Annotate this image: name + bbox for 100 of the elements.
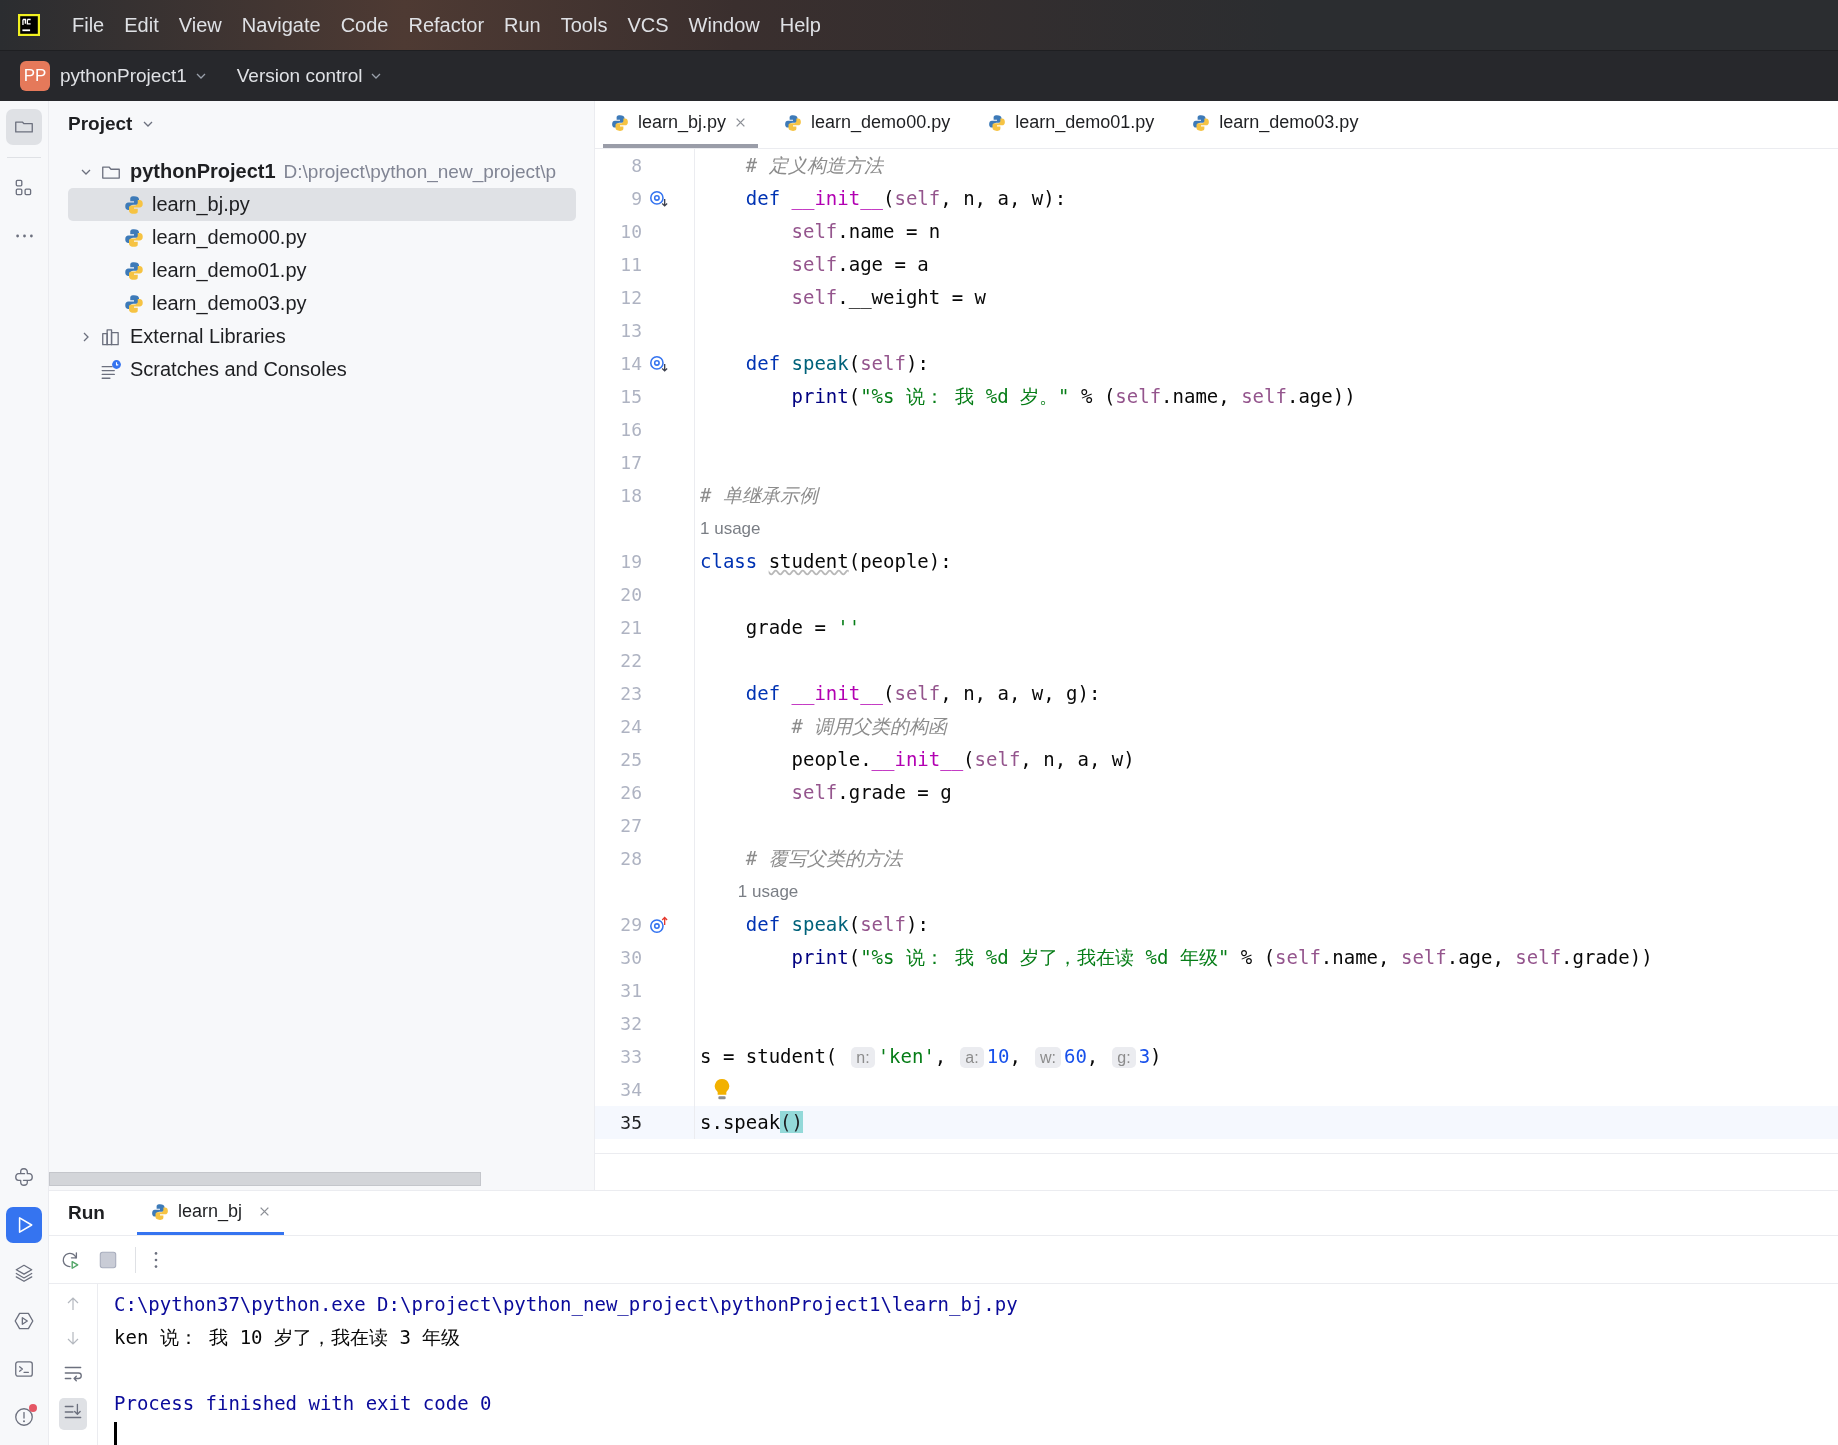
menu-item[interactable]: Help xyxy=(769,13,831,37)
menu-item[interactable]: Refactor xyxy=(398,13,495,37)
line-number: 17 xyxy=(619,452,642,473)
menu-item[interactable]: Navigate xyxy=(231,13,331,37)
editor-tab[interactable]: learn_demo01.py xyxy=(980,101,1167,148)
project-path: D:\project\python_new_project\p xyxy=(283,160,557,183)
tree-item[interactable]: External Libraries xyxy=(68,320,576,353)
line-number: 16 xyxy=(619,419,642,440)
line-number: 34 xyxy=(619,1079,642,1100)
menu-item[interactable]: Run xyxy=(494,13,551,37)
menu-item[interactable]: Tools xyxy=(550,13,618,37)
editor-tab[interactable]: learn_bj.py xyxy=(603,101,759,148)
scratches-icon xyxy=(100,358,122,381)
usage-hint[interactable]: 1 usage xyxy=(700,518,761,539)
usage-hint[interactable]: 1 usage xyxy=(737,881,799,902)
app-logo-icon xyxy=(18,14,40,36)
code-line: # 覆写父类的方法 xyxy=(744,846,902,871)
tool-window-button[interactable] xyxy=(6,109,42,145)
code-line: print("%s 说： 我 %d 岁。" % (self.name, self.age)) xyxy=(790,384,1356,409)
scrollbar-thumb[interactable] xyxy=(49,1172,481,1186)
line-number: 11 xyxy=(619,254,642,275)
overriding-method-icon[interactable] xyxy=(648,188,668,209)
code-line: # 定义构造方法 xyxy=(744,153,883,178)
python-console-icon xyxy=(13,1166,35,1188)
code-line: # 调用父类的构函 xyxy=(790,714,948,739)
line-number: 23 xyxy=(619,683,642,704)
tree-item[interactable]: learn_demo00.py xyxy=(68,221,576,254)
code-line: self.grade = g xyxy=(790,780,952,805)
line-number: 24 xyxy=(619,716,642,737)
tool-window-button[interactable] xyxy=(6,1207,42,1243)
run-tab[interactable]: learn_bj xyxy=(136,1191,284,1235)
python-file-icon xyxy=(124,227,144,248)
line-number: 20 xyxy=(619,584,642,605)
problems-icon xyxy=(13,1406,35,1428)
line-number: 30 xyxy=(619,947,642,968)
close-icon[interactable] xyxy=(735,117,747,128)
editor-tab[interactable]: learn_demo00.py xyxy=(776,101,963,148)
line-number: 21 xyxy=(619,617,642,638)
editor-tab[interactable]: learn_demo03.py xyxy=(1184,101,1371,148)
code-line: self.__weight = w xyxy=(790,285,986,311)
code-line: s.speak() xyxy=(700,1110,803,1135)
panel-title: Run xyxy=(68,1201,105,1225)
line-number: 12 xyxy=(619,287,642,308)
tree-item[interactable]: Scratches and Consoles xyxy=(68,353,576,386)
line-number: 27 xyxy=(619,815,642,836)
python-file-icon xyxy=(124,260,144,281)
line-number: 14 xyxy=(619,353,642,374)
tree-item[interactable]: learn_demo03.py xyxy=(68,287,576,320)
code-line: self.name = n xyxy=(790,219,941,244)
code-line: def speak(self): xyxy=(744,912,929,937)
line-number: 32 xyxy=(619,1013,642,1034)
tree-item[interactable]: learn_bj.py xyxy=(68,188,576,221)
line-number: 25 xyxy=(619,749,642,770)
project-dropdown[interactable]: pythonProject1 xyxy=(60,65,207,87)
line-number: 19 xyxy=(619,551,642,572)
python-file-icon xyxy=(124,293,144,314)
menu-item[interactable]: Code xyxy=(330,13,399,37)
close-icon[interactable] xyxy=(259,1206,270,1217)
line-number: 15 xyxy=(619,386,642,407)
menu-item[interactable]: VCS xyxy=(617,13,679,37)
code-line: class student(people): xyxy=(700,549,952,574)
menu-item[interactable]: Window xyxy=(678,13,770,37)
lightbulb-icon[interactable] xyxy=(713,1079,730,1100)
line-number: 31 xyxy=(619,980,642,1001)
code-line: s = student( n: 'ken', a: 10, w: 60, g: 3) xyxy=(700,1043,1162,1070)
code-line: self.age = a xyxy=(790,252,929,277)
panel-title-dropdown[interactable]: Project xyxy=(68,113,155,135)
menu-item[interactable]: View xyxy=(168,13,232,37)
version-control-dropdown[interactable]: Version control xyxy=(236,65,383,87)
tree-item[interactable]: learn_demo01.py xyxy=(68,254,576,287)
tree-item[interactable]: pythonProject1 D:\project\python_new_project\p xyxy=(68,155,576,188)
code-line: def __init__(self, n, a, w, g): xyxy=(744,681,1101,707)
python-file-icon xyxy=(1192,113,1211,132)
code-line: def __init__(self, n, a, w): xyxy=(744,186,1067,212)
services-icon xyxy=(13,1310,35,1332)
python-file-icon xyxy=(150,1202,169,1221)
overriding-method-icon[interactable] xyxy=(648,353,668,374)
code-line: print("%s 说： 我 %d 岁了，我在读 %d 年级" % (self.name, self.age, self.grade)) xyxy=(790,945,1653,970)
menu-item[interactable]: Edit xyxy=(114,13,169,37)
console-line: C:\python37\python.exe D:\project\python_new_project\pythonProject1\learn_bj.py xyxy=(114,1292,1019,1318)
layers-icon xyxy=(13,1262,35,1284)
python-file-icon xyxy=(124,194,144,215)
python-file-icon xyxy=(611,113,629,132)
line-number: 28 xyxy=(619,848,642,869)
line-number: 8 xyxy=(630,155,642,176)
python-file-icon xyxy=(784,113,803,132)
line-number: 13 xyxy=(619,320,642,341)
line-number: 18 xyxy=(619,485,642,506)
menu-item[interactable]: File xyxy=(62,13,115,37)
console-line: Process finished with exit code 0 xyxy=(114,1391,493,1416)
line-number: 35 xyxy=(619,1112,642,1133)
code-line: # 单继承示例 xyxy=(700,483,818,508)
code-line: grade = '' xyxy=(744,615,861,640)
project-badge: PP xyxy=(20,61,50,91)
terminal-icon xyxy=(13,1358,35,1380)
line-number: 29 xyxy=(619,914,642,935)
code-line: people.__init__(self, n, a, w) xyxy=(790,747,1135,773)
line-number: 10 xyxy=(619,221,642,242)
line-number: 26 xyxy=(619,782,642,803)
overridden-method-icon[interactable] xyxy=(648,914,668,935)
